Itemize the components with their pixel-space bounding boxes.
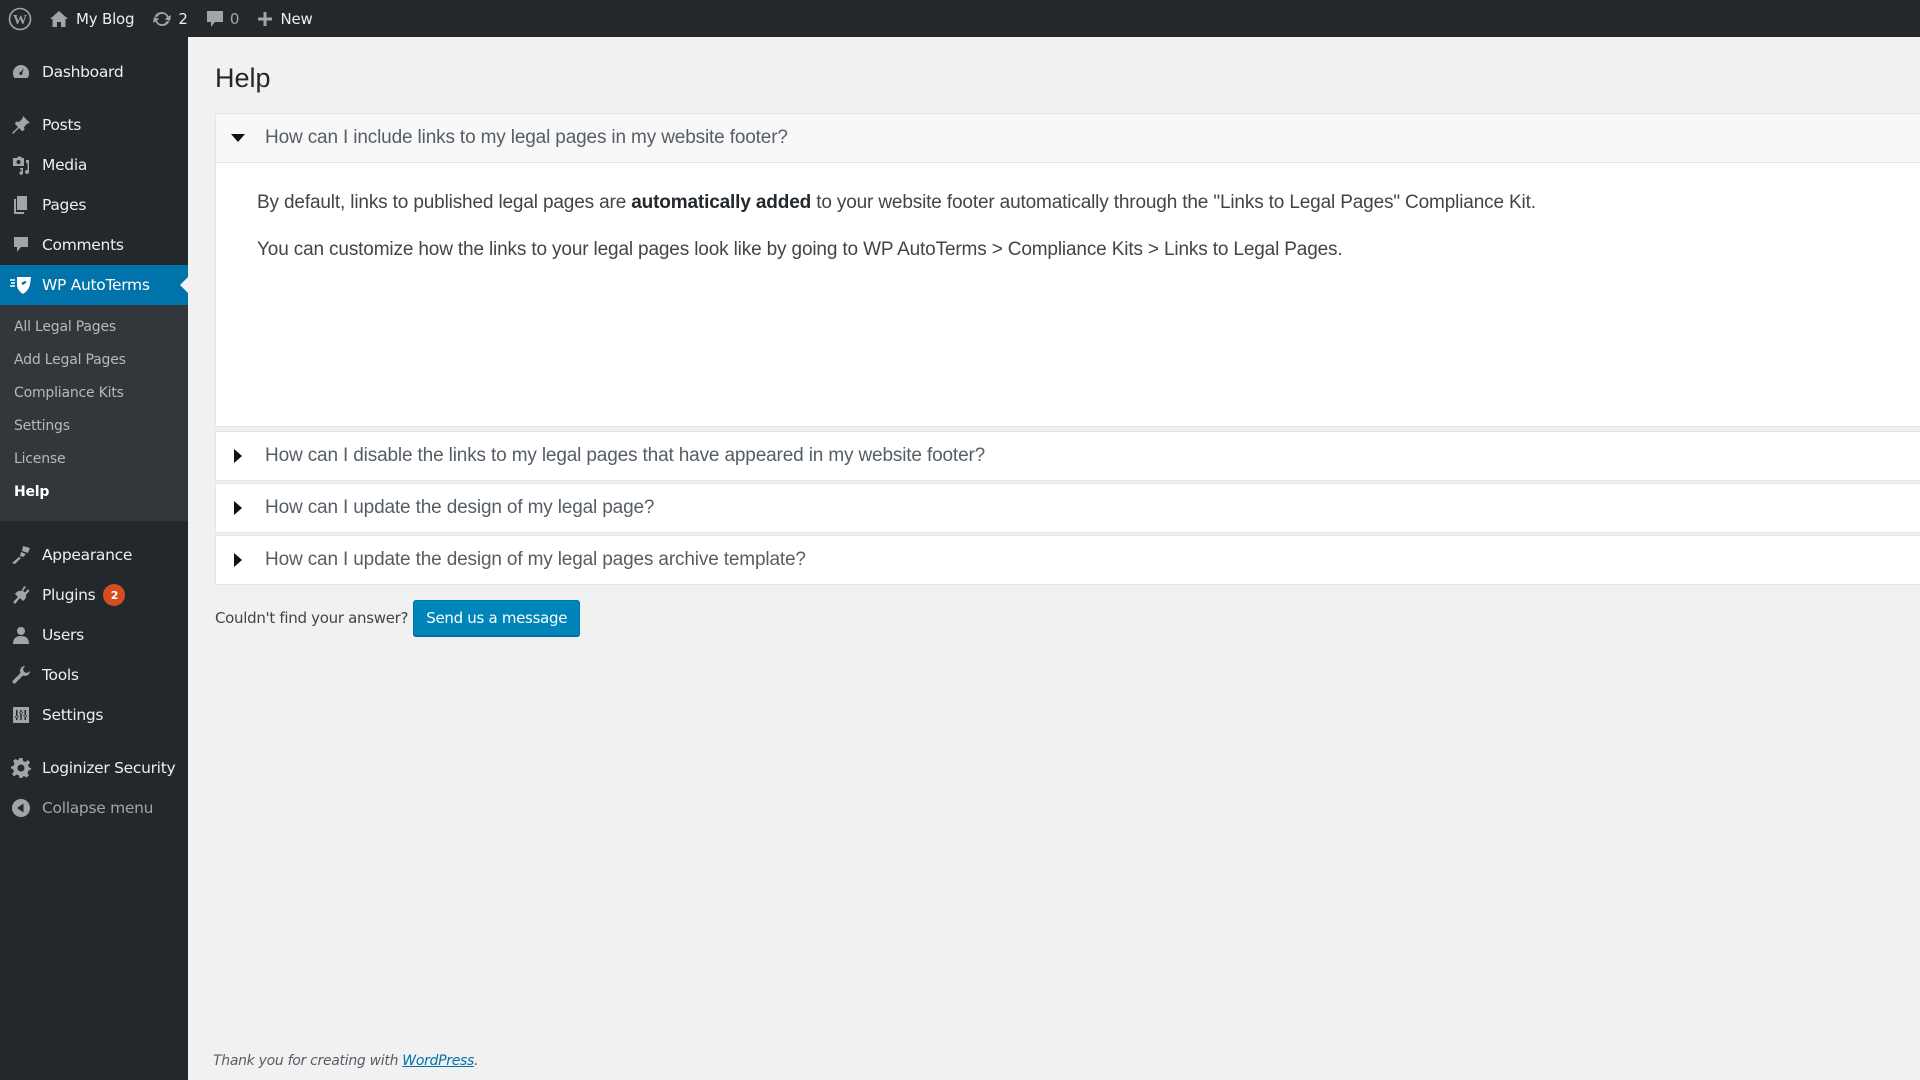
wordpress-link[interactable]: WordPress [402, 1053, 474, 1069]
faq-answer-paragraph: By default, links to published legal pag… [257, 192, 1536, 213]
comments-link[interactable]: 0 [197, 0, 249, 37]
media-icon [13, 156, 29, 175]
caret-down-icon [231, 133, 245, 142]
faq-toggle-header[interactable]: How can I update the design of my legal … [216, 484, 1920, 532]
caret-right-icon [233, 449, 242, 463]
page-title: Help [215, 63, 271, 93]
emphasis-text: automatically added [631, 192, 812, 213]
site-name-link[interactable]: My Blog [40, 0, 143, 37]
faq-toggle-header[interactable]: How can I update the design of my legal … [216, 536, 1920, 584]
updates-icon [153, 11, 172, 26]
faq-item: How can I disable the links to my legal … [215, 431, 1920, 481]
new-label: New [280, 9, 313, 28]
home-icon [50, 10, 68, 27]
site-name: My Blog [76, 9, 135, 28]
plus-icon [258, 11, 273, 26]
submenu-item-settings[interactable]: Settings [14, 413, 70, 439]
gear-icon [11, 758, 31, 778]
caret-right-icon [233, 553, 242, 567]
faq-question: How can I include links to my legal page… [265, 127, 788, 148]
sidebar-item-appearance[interactable]: Appearance [0, 535, 188, 575]
admin-bar: W My Blog 2 0 New [0, 0, 1920, 37]
sidebar-item-media[interactable]: Media [0, 145, 188, 185]
submenu-item-license[interactable]: License [14, 446, 66, 472]
faq-answer: By default, links to published legal pag… [216, 162, 1920, 426]
new-content-link[interactable]: New [248, 0, 321, 37]
faq-item-expanded: How can I include links to my legal page… [215, 113, 1920, 427]
submenu-item-add-legal-pages[interactable]: Add Legal Pages [14, 347, 126, 373]
collapse-arrow-icon [12, 799, 30, 817]
submenu-item-compliance-kits[interactable]: Compliance Kits [14, 380, 124, 406]
collapse-menu-button[interactable]: Collapse menu [0, 788, 188, 828]
submenu-item-help[interactable]: Help [14, 479, 49, 505]
faq-question: How can I disable the links to my legal … [265, 445, 986, 466]
pin-icon [12, 116, 30, 134]
settings-sliders-icon [13, 707, 29, 723]
send-message-button[interactable]: Send us a message [413, 600, 581, 636]
faq-toggle-header[interactable]: How can I include links to my legal page… [216, 114, 1920, 162]
sidebar-item-wp-autoterms[interactable]: WP AutoTerms [0, 265, 188, 305]
svg-text:W: W [13, 13, 27, 28]
sidebar-item-comments[interactable]: Comments [0, 225, 188, 265]
main-content: Help How can I include links to my legal… [188, 37, 1920, 1080]
plugins-update-badge: 2 [103, 584, 126, 606]
updates-link[interactable]: 2 [143, 0, 197, 37]
faq-question: How can I update the design of my legal … [265, 549, 806, 570]
sidebar-item-plugins[interactable]: Plugins 2 [0, 575, 188, 615]
plugin-icon [13, 586, 30, 604]
sidebar-item-users[interactable]: Users [0, 615, 188, 655]
wordpress-logo-icon: W [8, 7, 32, 30]
faq-answer-paragraph: You can customize how the links to your … [257, 239, 1343, 260]
admin-footer: Thank you for creating with WordPress. [213, 1053, 479, 1069]
caret-right-icon [233, 501, 242, 515]
paintbrush-icon [12, 546, 30, 564]
sidebar-item-posts[interactable]: Posts [0, 105, 188, 145]
faq-question: How can I update the design of my legal … [265, 497, 655, 518]
sidebar-item-loginizer-security[interactable]: Loginizer Security [0, 748, 188, 788]
updates-count: 2 [178, 9, 188, 28]
faq-toggle-header[interactable]: How can I disable the links to my legal … [216, 432, 1920, 480]
not-found-label: Couldn't find your answer? [215, 609, 409, 627]
pages-icon [14, 196, 27, 214]
autoterms-submenu: All Legal Pages Add Legal Pages Complian… [0, 305, 188, 521]
wordpress-logo-button[interactable]: W [0, 0, 40, 37]
dashboard-icon [12, 65, 30, 78]
admin-sidebar: Dashboard Posts Media Pages Comments WP … [0, 37, 188, 1080]
user-icon [13, 627, 29, 644]
wrench-icon [12, 666, 30, 684]
sidebar-item-dashboard[interactable]: Dashboard [0, 52, 188, 92]
faq-item: How can I update the design of my legal … [215, 483, 1920, 533]
sidebar-item-tools[interactable]: Tools [0, 655, 188, 695]
autoterms-shield-icon [10, 277, 31, 294]
submenu-item-all-legal-pages[interactable]: All Legal Pages [14, 314, 116, 340]
comments-count: 0 [229, 9, 240, 28]
faq-item: How can I update the design of my legal … [215, 535, 1920, 585]
comment-icon [14, 237, 28, 252]
comment-icon [206, 10, 223, 27]
sidebar-item-settings[interactable]: Settings [0, 695, 188, 735]
contact-prompt: Couldn't find your answer? Send us a mes… [215, 600, 581, 636]
sidebar-item-pages[interactable]: Pages [0, 185, 188, 225]
